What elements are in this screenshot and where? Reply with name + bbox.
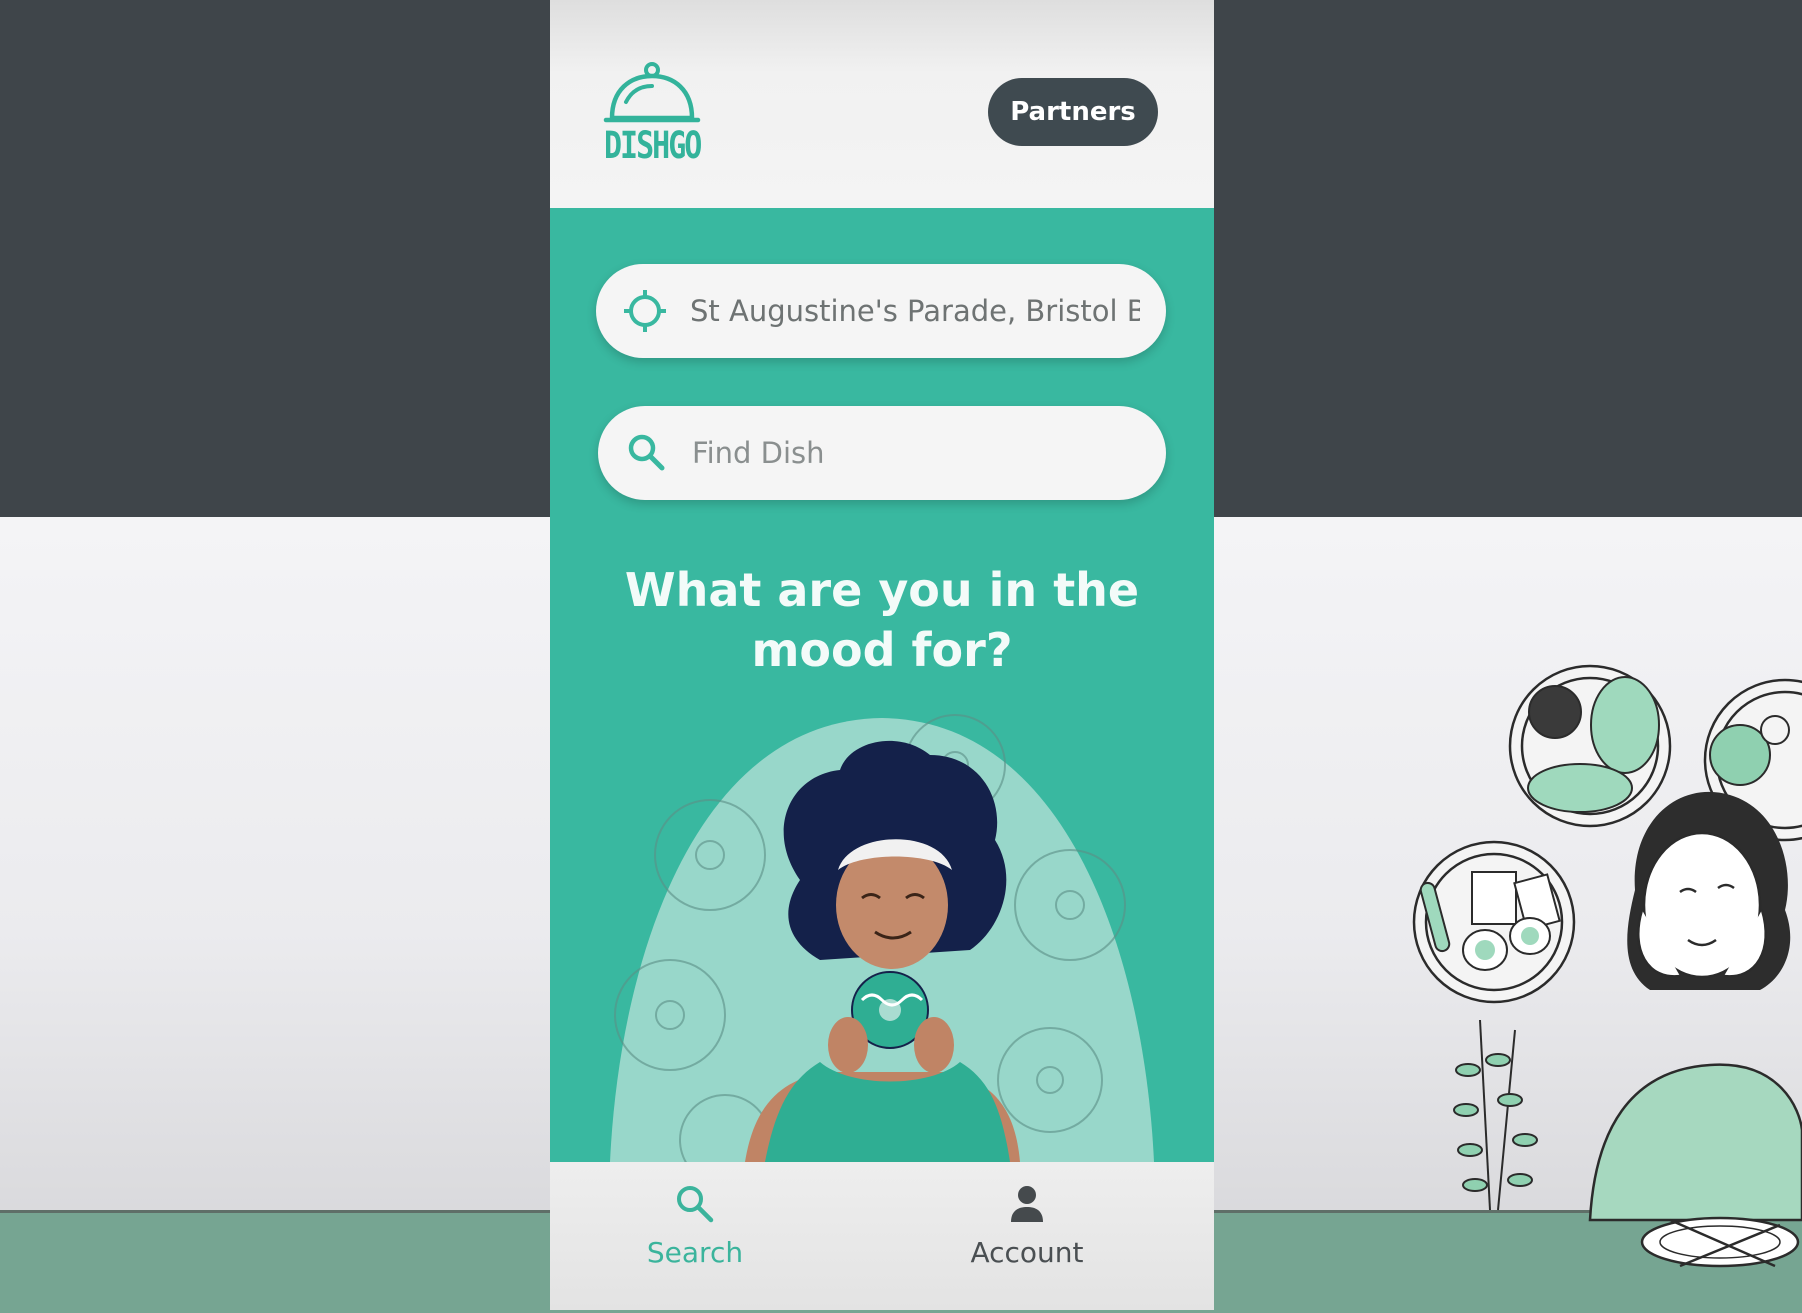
bottom-tab-bar: Search Account xyxy=(550,1162,1214,1310)
partners-button[interactable]: Partners xyxy=(988,78,1158,146)
search-icon xyxy=(677,1186,714,1223)
tab-search-label: Search xyxy=(646,1236,744,1269)
thinking-woman-illustration xyxy=(1412,664,1802,1268)
tab-search[interactable]: Search xyxy=(605,1182,785,1292)
brand-name: DISHGO xyxy=(604,124,702,168)
tab-account[interactable]: Account xyxy=(937,1182,1117,1292)
prompt-line-1: What are you in the xyxy=(624,563,1140,617)
find-dish-input[interactable] xyxy=(692,436,1142,470)
search-field[interactable] xyxy=(598,406,1166,500)
crosshair-location-icon[interactable] xyxy=(622,288,668,334)
app-header: DISHGO Partners xyxy=(550,0,1214,208)
location-field[interactable] xyxy=(596,264,1166,358)
prompt-line-2: mood for? xyxy=(751,623,1013,677)
donut-woman-illustration xyxy=(610,714,1154,1162)
mood-prompt-heading: What are you in the mood for? xyxy=(550,560,1214,680)
phone-app-screen: DISHGO Partners What are you in the mood… xyxy=(550,0,1214,1310)
tab-account-label: Account xyxy=(970,1236,1084,1269)
person-icon xyxy=(1011,1186,1043,1222)
location-input[interactable] xyxy=(690,294,1140,328)
search-icon xyxy=(628,434,665,471)
